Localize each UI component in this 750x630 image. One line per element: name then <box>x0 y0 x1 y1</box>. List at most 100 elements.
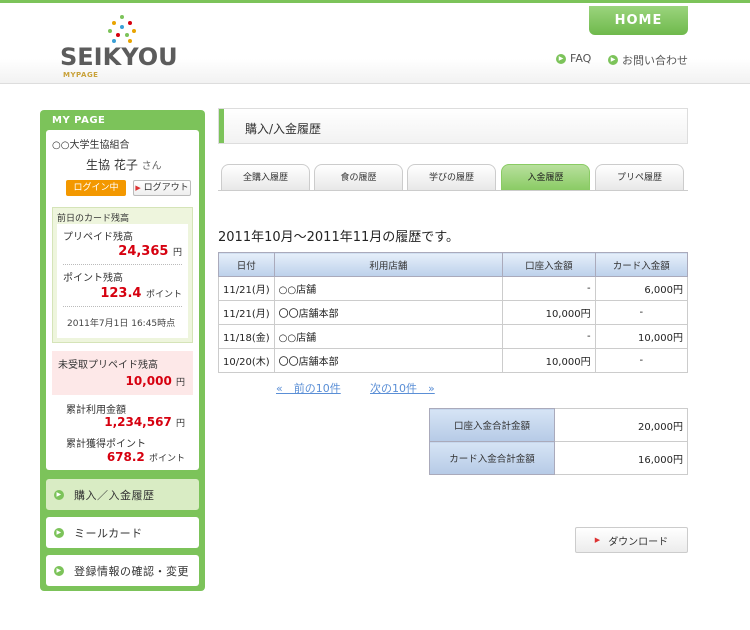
logo-mark-icon <box>108 13 136 47</box>
logo-text: SEIKYOU <box>60 43 178 71</box>
sidebar: MY PAGE ○○大学生協組合 生協 花子 さん ログイン中 ▶ ログアウト … <box>40 110 205 591</box>
arrow-icon: ▶ <box>135 184 141 192</box>
faq-link[interactable]: ▶ FAQ <box>556 52 591 65</box>
total-use-label: 累計利用金額 <box>66 405 126 416</box>
page-header: 購入/入金履歴 <box>218 108 688 144</box>
total-use-value: 1,234,567 円 <box>104 415 185 429</box>
arrow-icon: ▶ <box>54 527 64 538</box>
total-points-unit: ポイント <box>148 454 185 464</box>
divider <box>63 306 182 307</box>
store-cell: ○○店舗 <box>273 324 504 349</box>
tab-deposits[interactable]: 入金履歴 <box>501 164 590 190</box>
balance-timestamp: 2011年7月1日 16:45時点 <box>67 319 176 329</box>
total-points-amount: 678.2 <box>106 450 145 464</box>
logout-label: ログアウト <box>143 183 189 193</box>
account-deposit-cell: 10,000円 <box>502 300 596 325</box>
tab-food[interactable]: 食の履歴 <box>314 164 403 190</box>
login-status-badge: ログイン中 <box>66 180 126 196</box>
table-row: カード入金合計金額 16,000円 <box>429 441 688 475</box>
page-title: 購入/入金履歴 <box>245 122 322 136</box>
home-button[interactable]: HOME <box>589 6 688 35</box>
arrow-icon: ▶ <box>594 536 601 544</box>
sidebar-title: MY PAGE <box>52 115 106 126</box>
column-header: 日付 <box>218 252 275 277</box>
account-deposit-cell: - <box>502 324 596 349</box>
deposit-history-table: 日付 利用店舗 口座入金額 カード入金額 11/21(月) ○○店舗 - 6,0… <box>218 252 689 373</box>
unreceived-label: 未受取プリペイド残高 <box>58 360 158 371</box>
seikyou-logo[interactable]: SEIKYOU MYPAGE <box>60 13 180 79</box>
point-label: ポイント残高 <box>63 273 123 284</box>
unreceived-unit: 円 <box>175 378 185 388</box>
logout-button[interactable]: ▶ ログアウト <box>133 180 191 196</box>
store-cell: ○○店舗 <box>273 276 504 301</box>
sidebar-item-meal-card[interactable]: ▶ ミールカード <box>46 517 199 548</box>
tab-all-purchases[interactable]: 全購入履歴 <box>221 164 310 190</box>
totals-table: 口座入金合計金額 20,000円 カード入金合計金額 16,000円 <box>429 408 688 475</box>
card-balance-title: 前日のカード残高 <box>57 214 130 224</box>
sidebar-item-profile[interactable]: ▶ 登録情報の確認・変更 <box>46 555 199 586</box>
total-card-value: 16,000円 <box>554 441 688 475</box>
table-row: 10/20(木) 〇〇店舗本部 10,000円 - <box>218 348 689 373</box>
table-row: 11/21(月) 〇〇店舗本部 10,000円 - <box>218 300 689 325</box>
sidebar-item-history[interactable]: ▶ 購入／入金履歴 <box>46 479 199 510</box>
card-deposit-cell: - <box>594 348 689 373</box>
card-balance-inner: プリペイド残高 24,365 円 ポイント残高 123.4 ポイント 2011年… <box>57 224 188 338</box>
total-card-label: カード入金合計金額 <box>429 441 555 475</box>
date-cell: 11/18(金) <box>218 324 275 349</box>
unreceived-amount: 10,000 <box>125 374 172 388</box>
tab-prepaid[interactable]: プリペ履歴 <box>595 164 684 190</box>
tab-learning[interactable]: 学びの履歴 <box>407 164 496 190</box>
table-row: 口座入金合計金額 20,000円 <box>429 408 688 442</box>
logo-subtext: MYPAGE <box>63 71 99 79</box>
mypage-card: ○○大学生協組合 生協 花子 さん ログイン中 ▶ ログアウト 前日のカード残高… <box>46 130 199 586</box>
next-page-link[interactable]: 次の10件 » <box>370 380 435 396</box>
contact-link-label: お問い合わせ <box>622 54 688 67</box>
sidebar-item-label: 登録情報の確認・変更 <box>74 564 189 578</box>
card-balance-box: 前日のカード残高 プリペイド残高 24,365 円 ポイント残高 123.4 ポ… <box>52 207 193 343</box>
faq-link-label: FAQ <box>570 52 592 65</box>
prev-page-link[interactable]: « 前の10件 <box>276 380 341 396</box>
store-cell: 〇〇店舗本部 <box>273 348 504 373</box>
prepaid-unit: 円 <box>172 248 182 258</box>
account-deposit-cell: - <box>502 276 596 301</box>
history-tabs: 全購入履歴 食の履歴 学びの履歴 入金履歴 プリペ履歴 <box>218 164 688 191</box>
point-unit: ポイント <box>145 290 182 300</box>
column-header: 口座入金額 <box>502 252 596 277</box>
date-cell: 10/20(木) <box>218 348 275 373</box>
user-name: 生協 花子 さん <box>86 156 162 173</box>
total-use-amount: 1,234,567 <box>104 415 172 429</box>
sidebar-item-label: 購入／入金履歴 <box>74 488 155 502</box>
site-header: SEIKYOU MYPAGE HOME ▶ FAQ ▶ お問い合わせ <box>0 0 750 84</box>
total-account-value: 20,000円 <box>554 408 688 442</box>
date-cell: 11/21(月) <box>218 276 275 301</box>
download-button[interactable]: ▶ ダウンロード <box>575 527 688 553</box>
point-amount: 123.4 <box>100 286 142 301</box>
contact-link[interactable]: ▶ お問い合わせ <box>608 52 688 68</box>
point-value: 123.4 ポイント <box>100 286 182 301</box>
card-deposit-cell: 6,000円 <box>594 276 689 301</box>
table-row: 11/21(月) ○○店舗 - 6,000円 <box>218 276 689 301</box>
column-header: カード入金額 <box>594 252 689 277</box>
arrow-icon: ▶ <box>608 55 618 65</box>
total-account-label: 口座入金合計金額 <box>429 408 555 442</box>
column-header: 利用店舗 <box>273 252 504 277</box>
download-label: ダウンロード <box>608 536 669 548</box>
prepaid-label: プリペイド残高 <box>63 232 133 243</box>
arrow-icon: ▶ <box>54 489 64 500</box>
arrow-icon: ▶ <box>556 53 566 64</box>
prepaid-amount: 24,365 <box>118 244 169 259</box>
user-honorific: さん <box>141 161 162 172</box>
account-deposit-cell: 10,000円 <box>502 348 596 373</box>
date-cell: 11/21(月) <box>218 300 275 325</box>
prepaid-value: 24,365 円 <box>118 244 182 259</box>
period-text: 2011年10月～2011年11月の履歴です。 <box>218 230 459 245</box>
store-cell: 〇〇店舗本部 <box>273 300 504 325</box>
sidebar-item-label: ミールカード <box>74 526 143 540</box>
account-panel: ○○大学生協組合 生協 花子 さん ログイン中 ▶ ログアウト 前日のカード残高… <box>46 130 199 470</box>
card-deposit-cell: 10,000円 <box>594 324 689 349</box>
total-points-label: 累計獲得ポイント <box>66 439 146 450</box>
organization-name: ○○大学生協組合 <box>52 140 130 151</box>
arrow-icon: ▶ <box>54 565 64 576</box>
unreceived-prepaid-box: 未受取プリペイド残高 10,000 円 <box>52 351 193 395</box>
table-row: 11/18(金) ○○店舗 - 10,000円 <box>218 324 689 349</box>
